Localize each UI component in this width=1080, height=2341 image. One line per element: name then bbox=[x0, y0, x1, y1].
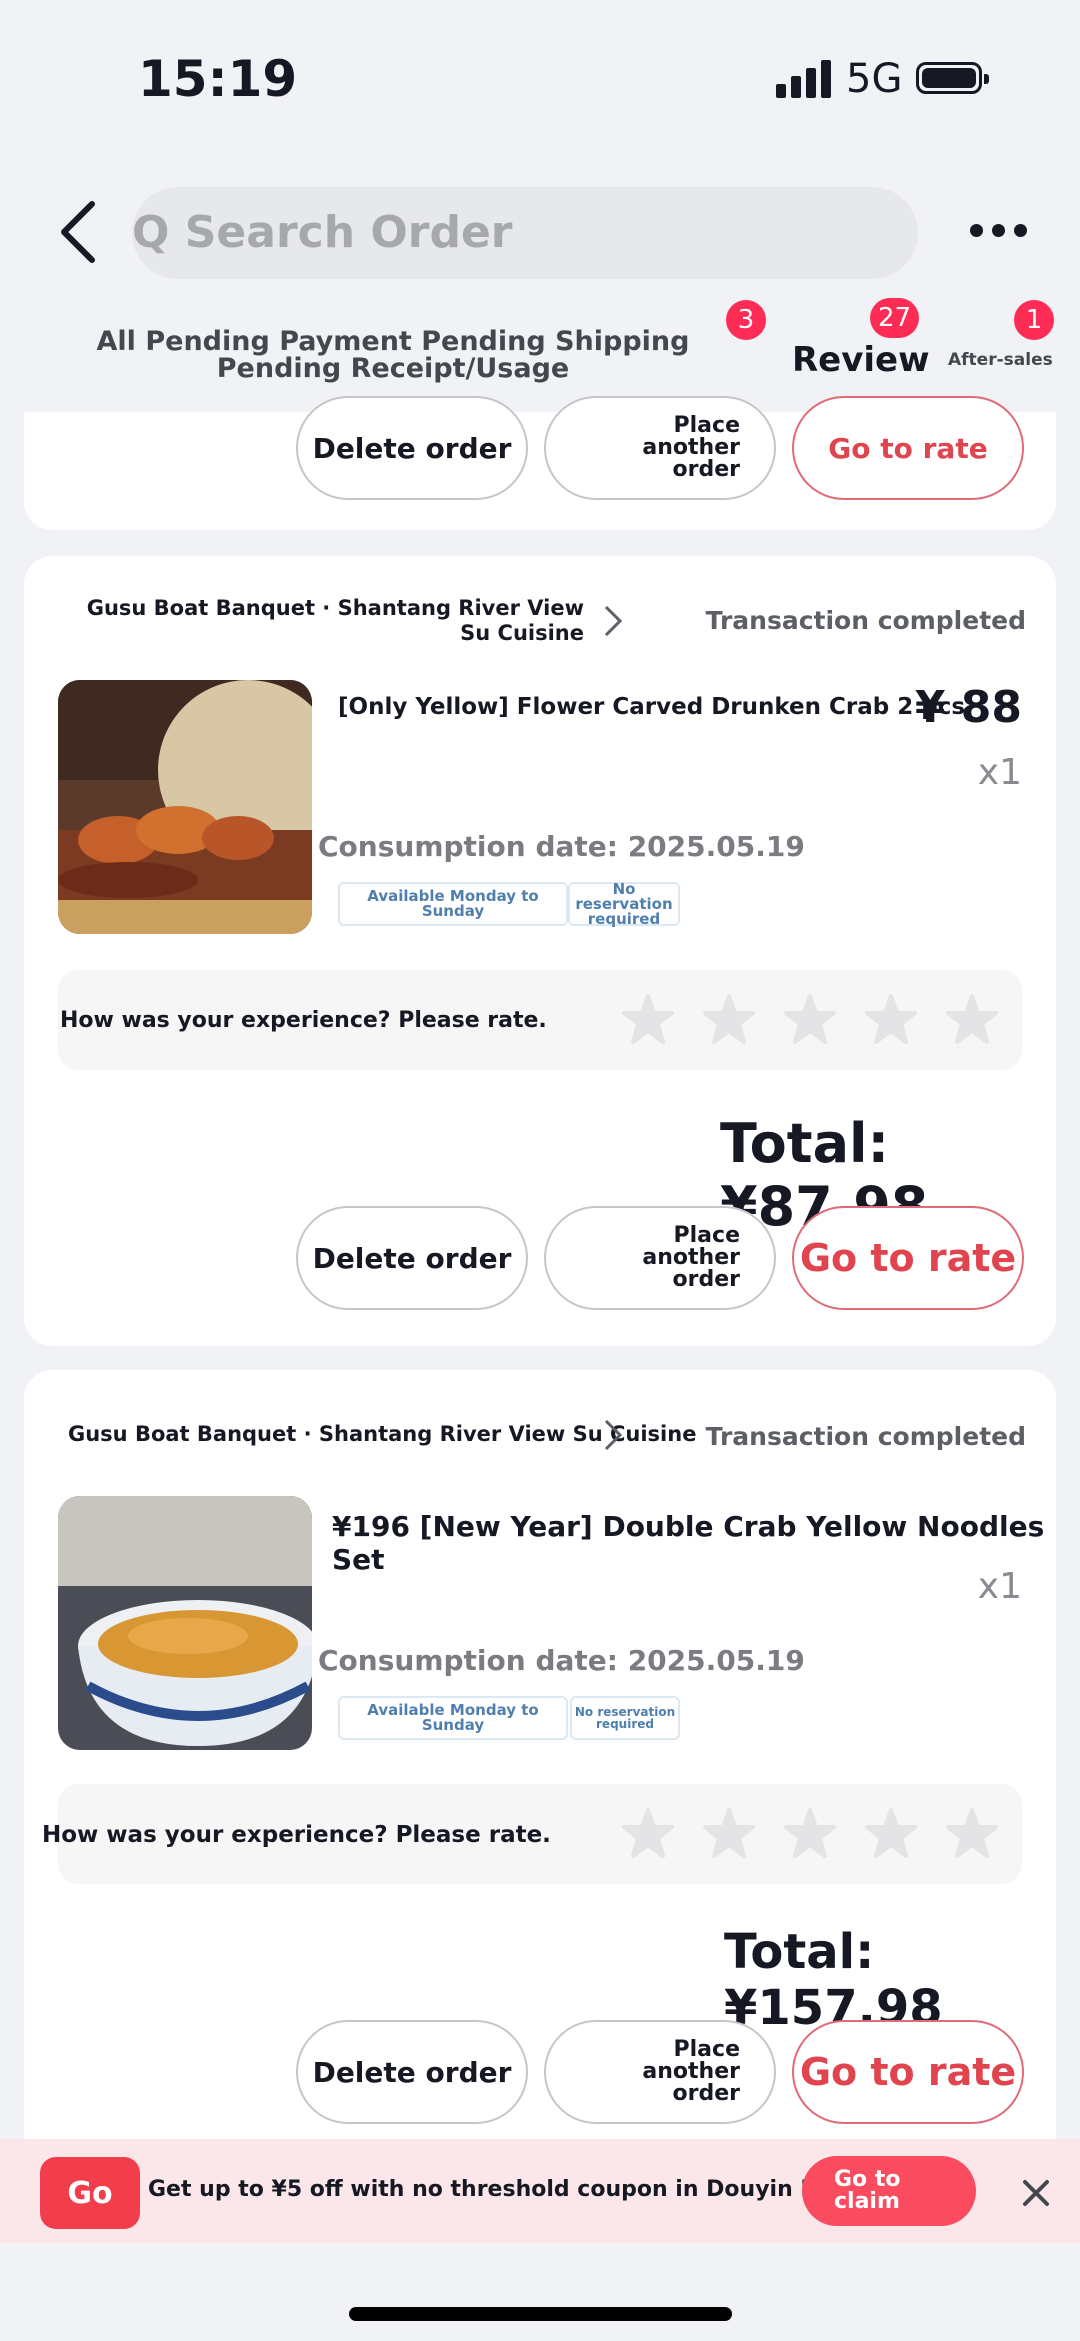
go-to-rate-button[interactable]: Go to rate bbox=[792, 396, 1024, 500]
place-another-order-button[interactable]: Place another order bbox=[544, 2020, 776, 2124]
product-image[interactable] bbox=[58, 1496, 312, 1750]
product-price: ¥ 88 bbox=[914, 682, 1022, 733]
rating-prompt: How was your experience? Please rate. bbox=[60, 1008, 547, 1033]
go-to-rate-label: Go to rate bbox=[799, 1236, 1017, 1280]
product-quantity: x1 bbox=[977, 1566, 1022, 1607]
banner-text: Get up to ¥5 off with no threshold coupo… bbox=[148, 2177, 909, 2202]
tag-availability: Available Monday to Sunday bbox=[338, 1696, 568, 1740]
go-to-claim-button[interactable]: Go to claim bbox=[802, 2156, 976, 2226]
close-icon[interactable] bbox=[1022, 2179, 1050, 2207]
delete-order-button[interactable]: Delete order bbox=[296, 2020, 528, 2124]
tag-availability: Available Monday to Sunday bbox=[338, 882, 568, 926]
star-icon[interactable] bbox=[865, 994, 917, 1046]
tag-reservation: No reservation required bbox=[568, 881, 680, 926]
product-title[interactable]: ¥196 [New Year] Double Crab Yellow Noodl… bbox=[332, 1510, 1056, 1576]
place-another-order-label: Place another order bbox=[642, 413, 740, 482]
star-icon[interactable] bbox=[703, 994, 755, 1046]
go-to-rate-label: Go to rate bbox=[799, 2050, 1017, 2094]
rating-box: How was your experience? Please rate. bbox=[42, 1784, 1022, 1884]
status-time: 15:19 bbox=[138, 50, 298, 108]
star-icon[interactable] bbox=[946, 994, 998, 1046]
delete-order-button[interactable]: Delete order bbox=[296, 396, 528, 500]
go-to-rate-button[interactable]: Go to rate bbox=[792, 1206, 1024, 1310]
go-badge: Go bbox=[40, 2157, 140, 2229]
order-card: Gusu Boat Banquet · Shantang River View … bbox=[24, 1370, 1056, 2160]
tab-after-sales[interactable]: After-sales bbox=[948, 350, 1053, 370]
place-another-order-button[interactable]: Place another order bbox=[544, 1206, 776, 1310]
star-icon[interactable] bbox=[865, 1808, 917, 1860]
badge-pending: 3 bbox=[726, 300, 766, 340]
place-another-order-button[interactable]: Place another order bbox=[544, 396, 776, 500]
product-quantity: x1 bbox=[977, 752, 1022, 793]
consumption-date: Consumption date: 2025.05.19 bbox=[318, 830, 805, 863]
badge-review: 27 bbox=[870, 298, 920, 338]
coupon-banner[interactable]: Go Get up to ¥5 off with no threshold co… bbox=[0, 2139, 1080, 2243]
go-to-claim-label: Go to claim bbox=[834, 2167, 901, 2214]
star-icon[interactable] bbox=[622, 994, 674, 1046]
star-icon[interactable] bbox=[784, 1808, 836, 1860]
go-to-rate-button[interactable]: Go to rate bbox=[792, 2020, 1024, 2124]
rating-box: How was your experience? Please rate. bbox=[58, 970, 1022, 1070]
star-icon[interactable] bbox=[703, 1808, 755, 1860]
go-to-rate-label: Go to rate bbox=[828, 431, 988, 465]
back-icon[interactable] bbox=[54, 200, 102, 264]
tag-reservation: No reservation required bbox=[570, 1696, 680, 1740]
place-another-order-label: Place another order bbox=[642, 2037, 740, 2106]
signal-icon bbox=[776, 60, 834, 98]
order-card-previous: Delete order Place another order Go to r… bbox=[24, 396, 1056, 530]
star-icon[interactable] bbox=[784, 994, 836, 1046]
delete-order-label: Delete order bbox=[312, 2055, 512, 2089]
search-placeholder: Q Search Order bbox=[132, 207, 513, 258]
delete-order-button[interactable]: Delete order bbox=[296, 1206, 528, 1310]
search-bar[interactable]: Q Search Order bbox=[132, 187, 918, 279]
tab-review[interactable]: Review bbox=[792, 340, 930, 380]
home-indicator bbox=[349, 2307, 732, 2321]
consumption-date: Consumption date: 2025.05.19 bbox=[318, 1644, 805, 1677]
order-status: Transaction completed bbox=[705, 1422, 1026, 1451]
place-another-order-label: Place another order bbox=[642, 1223, 740, 1292]
tab-all-pending[interactable]: All Pending Payment Pending Shipping Pen… bbox=[80, 328, 706, 382]
badge-after-sales: 1 bbox=[1014, 300, 1054, 340]
network-label: 5G bbox=[846, 56, 903, 102]
star-icon[interactable] bbox=[946, 1808, 998, 1860]
product-title[interactable]: [Only Yellow] Flower Carved Drunken Crab… bbox=[338, 694, 965, 720]
rating-prompt: How was your experience? Please rate. bbox=[42, 1822, 551, 1848]
shop-name[interactable]: Gusu Boat Banquet · Shantang River View … bbox=[84, 596, 584, 646]
delete-order-label: Delete order bbox=[312, 431, 512, 465]
order-card: Gusu Boat Banquet · Shantang River View … bbox=[24, 556, 1056, 1346]
delete-order-label: Delete order bbox=[312, 1241, 512, 1275]
star-icon[interactable] bbox=[622, 1808, 674, 1860]
battery-icon bbox=[916, 62, 989, 94]
chevron-right-icon[interactable] bbox=[602, 1418, 624, 1452]
product-image[interactable] bbox=[58, 680, 312, 934]
chevron-right-icon[interactable] bbox=[602, 604, 624, 638]
order-status: Transaction completed bbox=[705, 606, 1026, 635]
more-icon[interactable] bbox=[970, 224, 1028, 240]
